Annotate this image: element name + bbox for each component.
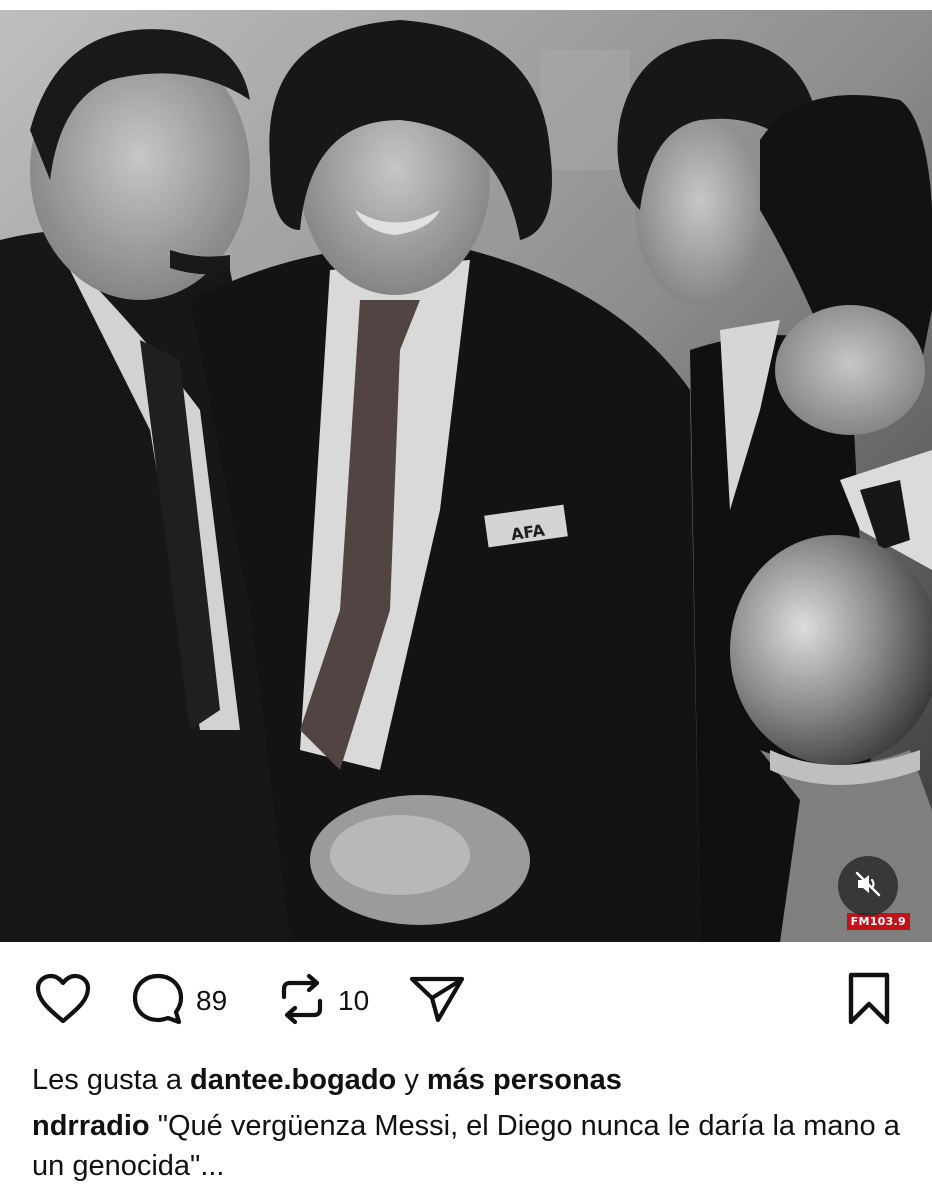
speaker-muted-icon [853, 869, 883, 904]
save-button[interactable] [846, 966, 892, 1036]
repost-button[interactable]: 10 [276, 966, 369, 1036]
likes-prefix: Les gusta a [32, 1064, 182, 1096]
station-watermark: FM103.9 [846, 913, 910, 930]
liked-by-user-link[interactable]: dantee.bogado [190, 1064, 396, 1096]
repost-icon [276, 971, 328, 1032]
post-action-bar: 89 10 [0, 966, 932, 1036]
liked-by-others-link[interactable]: más personas [427, 1064, 622, 1096]
heart-icon [34, 973, 92, 1030]
likes-connector: y [404, 1064, 419, 1096]
likes-summary: Les gusta a dantee.bogado y más personas [32, 1060, 622, 1100]
caption-username[interactable]: ndrradio [32, 1110, 150, 1142]
bookmark-icon [846, 971, 892, 1032]
post-photo: AFA [0, 10, 932, 942]
post-caption: ndrradio "Qué vergüenza Messi, el Diego … [32, 1106, 912, 1186]
comment-bubble-icon [130, 971, 186, 1032]
mute-toggle-button[interactable] [838, 856, 898, 916]
share-button[interactable] [408, 966, 466, 1036]
like-button[interactable] [34, 966, 92, 1036]
comment-count: 89 [196, 985, 228, 1016]
comment-button[interactable]: 89 [130, 966, 227, 1036]
post-media[interactable]: AFA FM103.9 [0, 10, 932, 942]
caption-text: "Qué vergüenza Messi, el Diego nunca le … [32, 1110, 900, 1182]
repost-count: 10 [338, 985, 370, 1016]
send-icon [408, 972, 466, 1031]
